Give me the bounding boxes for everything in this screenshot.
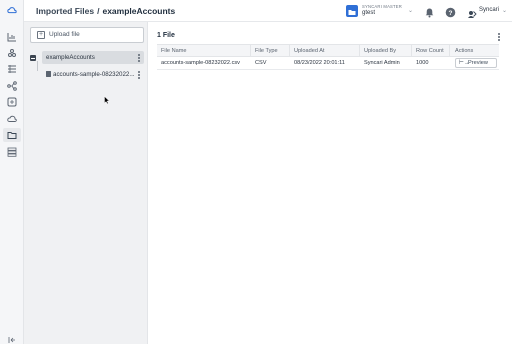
cell-uploaded-at: 08/23/2022 20:01:11 xyxy=(294,60,345,66)
table-header: File Name File Type Uploaded At Uploaded… xyxy=(157,44,499,57)
column-header[interactable]: Row Count xyxy=(416,48,444,54)
column-header[interactable]: File Type xyxy=(255,48,278,54)
preview-button[interactable]: ⊢→ Preview xyxy=(455,58,497,68)
breadcrumb-parent[interactable]: Imported Files xyxy=(36,6,94,16)
functions-icon[interactable] xyxy=(6,96,18,108)
files-table: File Name File Type Uploaded At Uploaded… xyxy=(157,44,499,70)
table-row[interactable]: accounts-sample-08232022.csv CSV 08/23/2… xyxy=(157,57,499,70)
column-header[interactable]: Uploaded At xyxy=(294,48,324,54)
preview-label: Preview xyxy=(468,60,488,66)
cell-file-type: CSV xyxy=(255,60,267,66)
org-name: gtest xyxy=(362,10,376,16)
mouse-cursor-icon xyxy=(104,91,110,105)
column-header[interactable]: Uploaded By xyxy=(364,48,396,54)
column-divider xyxy=(359,45,360,56)
files-panel: + Upload file exampleAccounts accounts-s… xyxy=(24,22,148,344)
folder-row[interactable]: exampleAccounts xyxy=(42,51,144,64)
file-tree-item[interactable]: accounts-sample-08232022... xyxy=(42,68,144,81)
breadcrumb-current: exampleAccounts xyxy=(102,6,176,16)
cell-file-name: accounts-sample-08232022.csv xyxy=(161,60,240,66)
cell-uploaded-by: Syncari Admin xyxy=(364,60,400,66)
bell-icon[interactable] xyxy=(424,5,435,18)
imported-files-icon[interactable] xyxy=(3,128,21,142)
breadcrumb-separator: / xyxy=(97,6,100,16)
cloud-icon[interactable] xyxy=(6,113,18,125)
column-divider xyxy=(289,45,290,56)
org-switcher[interactable]: SYNCARI MASTER gtest ⌄ xyxy=(344,3,414,19)
collapse-sidebar-icon[interactable] xyxy=(8,331,16,343)
logo-icon[interactable] xyxy=(6,5,18,17)
file-icon xyxy=(46,71,51,77)
column-divider xyxy=(449,45,450,56)
column-header[interactable]: File Name xyxy=(161,48,187,54)
upload-file-button[interactable]: + Upload file xyxy=(30,27,144,43)
left-rail xyxy=(0,0,24,344)
main-content: 1 File File Name File Type Uploaded At U… xyxy=(149,22,512,344)
database-icon[interactable] xyxy=(6,146,18,158)
help-icon[interactable]: ? xyxy=(445,5,456,18)
entities-icon[interactable] xyxy=(6,63,18,75)
breadcrumb: Imported Files / exampleAccounts xyxy=(36,6,175,16)
pipeline-icon[interactable] xyxy=(6,80,18,92)
user-avatar-icon[interactable] xyxy=(467,6,477,18)
org-label: SYNCARI MASTER xyxy=(362,4,403,9)
cell-row-count: 1000 xyxy=(416,60,429,66)
chevron-down-icon: ⌄ xyxy=(408,8,414,14)
folder-name: exampleAccounts xyxy=(46,54,95,61)
synapse-icon[interactable] xyxy=(6,47,18,59)
column-divider xyxy=(250,45,251,56)
dashboard-icon[interactable] xyxy=(6,31,18,43)
preview-arrow-icon: ⊢→ xyxy=(459,60,470,66)
file-tree-name: accounts-sample-08232022... xyxy=(53,71,135,78)
upload-file-label: Upload file xyxy=(49,31,80,38)
more-options-icon[interactable] xyxy=(497,33,500,42)
svg-text:?: ? xyxy=(449,10,453,17)
org-folder-icon xyxy=(346,5,358,17)
user-name[interactable]: Syncari xyxy=(479,7,499,13)
column-header: Actions xyxy=(455,48,474,54)
collapse-folder-icon[interactable] xyxy=(30,55,36,61)
tree-connector xyxy=(37,61,38,71)
file-more-icon[interactable] xyxy=(137,70,140,80)
plus-icon: + xyxy=(37,31,45,39)
file-count: 1 File xyxy=(157,32,175,39)
chevron-down-icon[interactable]: ⌄ xyxy=(502,7,507,14)
column-divider xyxy=(411,45,412,56)
folder-more-icon[interactable] xyxy=(137,53,140,63)
top-header: Imported Files / exampleAccounts SYNCARI M… xyxy=(24,0,512,22)
